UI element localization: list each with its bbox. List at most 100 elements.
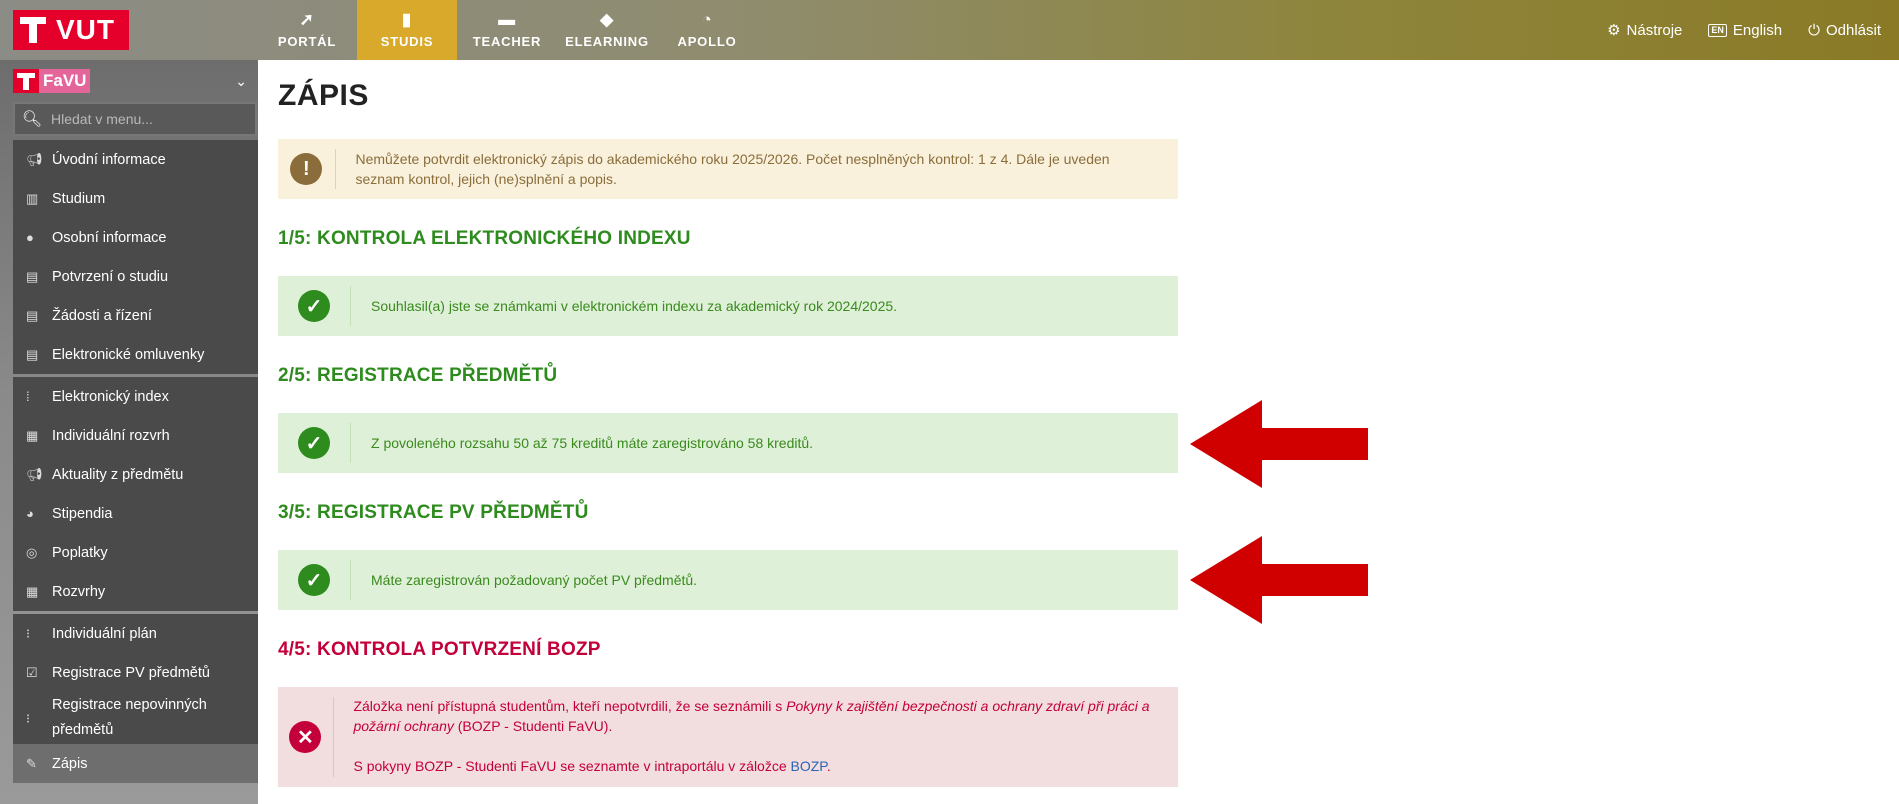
error-paragraph-1: Záložka není přístupná studentům, kteří … — [353, 696, 1158, 736]
sidebar-item-registrace-nepovinnych-predmetu[interactable]: ⁝ Registrace nepovinných předmětů — [13, 692, 258, 744]
sidebar-item-registrace-pv-predmetu[interactable]: ☑ Registrace PV předmětů — [13, 653, 258, 692]
check-icon: ✓ — [298, 427, 330, 459]
flame-icon: ◔ — [701, 10, 713, 29]
sidebar-item-individualni-rozvrh[interactable]: ▦ Individuální rozvrh — [13, 416, 258, 455]
vut-logo[interactable]: VUT — [13, 10, 129, 50]
logout-link[interactable]: ⏻ Odhlásit — [1808, 22, 1881, 39]
annotation-arrow-left-icon — [1190, 536, 1368, 624]
success-alert-registration: ✓ Z povoleného rozsahu 50 až 75 kreditů … — [278, 413, 1178, 473]
warning-alert: ! Nemůžete potvrdit elektronický zápis d… — [278, 139, 1178, 199]
tools-label: Nástroje — [1626, 21, 1683, 39]
tools-link[interactable]: ⚙ Nástroje — [1607, 21, 1683, 40]
sidebar-item-zapis[interactable]: ✎ Zápis — [13, 744, 258, 783]
sidebar-item-label: Poplatky — [52, 544, 108, 561]
sidebar-item-label: Stipendia — [52, 505, 113, 522]
error-text2-end: . — [826, 758, 831, 774]
plan-icon: ⁝ — [26, 625, 31, 641]
sidebar-item-label: Aktuality z předmětu — [52, 466, 184, 483]
sidebar-item-label: Osobní informace — [52, 229, 167, 246]
error-paragraph-2: S pokyny BOZP - Studenti FaVU se seznamt… — [353, 756, 1158, 776]
search-icon: 🔍︎ — [21, 111, 43, 128]
bozp-link[interactable]: BOZP — [791, 758, 827, 774]
nav-studis[interactable]: ▮ STUDIS — [357, 0, 457, 60]
sidebar-item-stipendia[interactable]: ◕ Stipendia — [13, 494, 258, 533]
success-alert-pv-registration: ✓ Máte zaregistrován požadovaný počet PV… — [278, 550, 1178, 610]
nav-label: ELEARNING — [565, 34, 649, 49]
sidebar: FaVU ⌄ 🔍︎ 📢︎ Úvodní informace ▥ Studium … — [0, 60, 258, 804]
faculty-name: FaVU — [39, 69, 91, 93]
power-icon: ⏻ — [1808, 21, 1820, 39]
sidebar-item-label: Individuální plán — [52, 625, 157, 642]
chevron-down-icon[interactable]: ⌄ — [235, 73, 247, 90]
megaphone-icon: 📢︎ — [26, 151, 43, 167]
sidebar-item-elektronicke-omluvenky[interactable]: ▤ Elektronické omluvenky — [13, 335, 258, 374]
main-content: ZÁPIS ! Nemůžete potvrdit elektronický z… — [278, 60, 1878, 787]
sidebar-item-individualni-plan[interactable]: ⁝ Individuální plán — [13, 614, 258, 653]
alert-text: Z povoleného rozsahu 50 až 75 kreditů má… — [371, 435, 814, 451]
section-heading-index: 1/5: KONTROLA ELEKTRONICKÉHO INDEXU — [278, 228, 691, 249]
megaphone-icon: 📢︎ — [26, 466, 43, 482]
alert-text: Souhlasil(a) jste se známkami v elektron… — [371, 298, 898, 314]
menu-group-studies: ⁞ Elektronický index ▦ Individuální rozv… — [13, 377, 258, 611]
annotation-arrow-left-icon — [1190, 400, 1368, 488]
sidebar-item-studium[interactable]: ▥ Studium — [13, 179, 258, 218]
check-icon: ✓ — [298, 564, 330, 596]
book-icon: ▮ — [401, 10, 413, 29]
sidebar-item-uvodni-informace[interactable]: 📢︎ Úvodní informace — [13, 140, 258, 179]
section-heading-pv-registration: 3/5: REGISTRACE PV PŘEDMĚTŮ — [278, 502, 589, 523]
plan-icon: ⁝ — [26, 710, 31, 726]
coins-icon: ◎ — [26, 544, 38, 560]
nav-apollo[interactable]: ◔ APOLLO — [657, 0, 757, 60]
language-label: English — [1732, 21, 1783, 39]
menu-group-enrollment: ⁝ Individuální plán ☑ Registrace PV před… — [13, 614, 258, 783]
menu-group-general: 📢︎ Úvodní informace ▥ Studium ● Osobní i… — [13, 140, 258, 374]
index-icon: ⁞ — [26, 389, 30, 404]
check-icon: ✓ — [298, 290, 330, 322]
nav-teacher[interactable]: ▬ TEACHER — [457, 0, 557, 60]
sidebar-item-osobni-informace[interactable]: ● Osobní informace — [13, 218, 258, 257]
clipboard-check-icon: ☑ — [26, 664, 38, 680]
section-heading-registration: 2/5: REGISTRACE PŘEDMĚTŮ — [278, 365, 558, 386]
calendar-icon: ▦ — [26, 583, 39, 599]
documents-icon: ▤ — [26, 268, 39, 284]
nav-portal[interactable]: ➚ PORTÁL — [257, 0, 357, 60]
alert-icon-cell: ✓ — [278, 413, 350, 473]
sidebar-item-label: Rozvrhy — [52, 583, 106, 600]
piggy-bank-icon: ◕ — [26, 506, 34, 521]
logout-label: Odhlásit — [1825, 21, 1881, 39]
exclamation-icon: ! — [290, 153, 323, 185]
logo-text: VUT — [56, 14, 115, 45]
faculty-selector[interactable]: FaVU ⌄ — [13, 68, 247, 94]
sidebar-item-elektronicky-index[interactable]: ⁞ Elektronický index — [13, 377, 258, 416]
nav-label: APOLLO — [677, 34, 737, 49]
menu-search-input[interactable] — [49, 110, 243, 128]
alert-icon-cell: ✓ — [278, 550, 350, 610]
top-right-links: ⚙ Nástroje EN English ⏻ Odhlásit — [1607, 0, 1881, 60]
sidebar-item-rozvrhy[interactable]: ▦ Rozvrhy — [13, 572, 258, 611]
pencil-icon: ✎ — [26, 755, 37, 771]
nav-label: STUDIS — [380, 34, 434, 49]
calendar-icon: ▦ — [26, 427, 39, 443]
alert-icon-cell: ✓ — [278, 276, 350, 336]
language-link[interactable]: EN English — [1708, 22, 1782, 39]
sidebar-menu: 📢︎ Úvodní informace ▥ Studium ● Osobní i… — [13, 140, 258, 786]
menu-search: 🔍︎ — [13, 102, 257, 136]
error-alert-bozp: ✕ Záložka není přístupná studentům, kteř… — [278, 687, 1178, 787]
language-flag-icon: EN — [1708, 23, 1727, 37]
sidebar-item-aktuality-z-predmetu[interactable]: 📢︎ Aktuality z předmětu — [13, 455, 258, 494]
nav-elearning[interactable]: ◆ ELEARNING — [557, 0, 657, 60]
books-icon: ▥ — [26, 190, 39, 206]
faculty-logo-icon — [13, 69, 39, 93]
sidebar-item-potvrzeni-o-studiu[interactable]: ▤ Potvrzení o studiu — [13, 257, 258, 296]
gear-icon: ⚙ — [1607, 22, 1621, 39]
sidebar-item-label: Elektronické omluvenky — [52, 346, 205, 363]
error-text-start: Záložka není přístupná studentům, kteří … — [353, 698, 787, 714]
x-circle-icon: ✕ — [289, 721, 322, 753]
sidebar-item-label: Registrace PV předmětů — [52, 664, 210, 681]
sidebar-item-label: Žádosti a řízení — [52, 307, 152, 324]
sidebar-item-label: Elektronický index — [52, 388, 169, 405]
sidebar-item-zadosti-a-rizeni[interactable]: ▤ Žádosti a řízení — [13, 296, 258, 335]
sidebar-item-poplatky[interactable]: ◎ Poplatky — [13, 533, 258, 572]
sidebar-item-label: Studium — [52, 190, 106, 207]
sidebar-item-label: Zápis — [52, 755, 88, 772]
